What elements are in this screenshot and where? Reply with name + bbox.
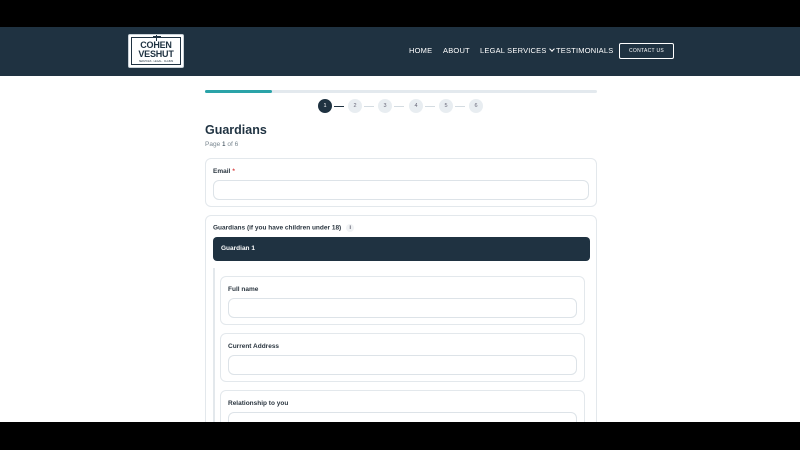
guardians-card: Guardians (if you have children under 18…	[205, 215, 597, 422]
progress-fill	[205, 90, 272, 93]
guardian-1-header[interactable]: Guardian 1	[213, 237, 590, 261]
step-5[interactable]: 5	[439, 99, 453, 113]
step-3[interactable]: 3	[378, 99, 392, 113]
page-indicator: Page 1 of 6	[205, 141, 238, 148]
guardians-label: Guardians (if you have children under 18…	[213, 224, 355, 232]
screen-frame: COHEN VESHUT SERVICES · LEGAL · CLAIMS H…	[0, 0, 800, 450]
current-address-label: Current Address	[228, 343, 280, 350]
form-title: Guardians	[205, 123, 267, 137]
step-connector	[364, 106, 374, 107]
info-icon[interactable]: i	[346, 224, 355, 232]
step-2[interactable]: 2	[348, 99, 362, 113]
step-connector	[455, 106, 465, 107]
logo-tagline: SERVICES · LEGAL · CLAIMS	[138, 60, 174, 63]
email-card: Email *	[205, 158, 597, 207]
nav-legal-services[interactable]: LEGAL SERVICES	[480, 46, 555, 55]
email-label: Email *	[213, 168, 235, 175]
current-address-card: Current Address	[220, 333, 585, 382]
email-input[interactable]	[213, 180, 589, 200]
full-name-card: Full name	[220, 276, 585, 325]
site-header: COHEN VESHUT SERVICES · LEGAL · CLAIMS H…	[0, 27, 800, 76]
page-suffix: of 6	[225, 141, 239, 148]
logo-line-2: VESHUT	[138, 49, 174, 59]
step-connector	[425, 106, 435, 107]
email-label-text: Email	[213, 168, 231, 175]
relationship-input[interactable]	[228, 412, 577, 422]
chevron-down-icon	[548, 46, 555, 52]
full-name-input[interactable]	[228, 298, 577, 318]
guardians-label-text: Guardians (if you have children under 18…	[213, 224, 342, 232]
step-1[interactable]: 1	[318, 99, 332, 113]
nav-testimonials[interactable]: TESTIMONIALS	[556, 46, 613, 55]
step-4[interactable]: 4	[409, 99, 423, 113]
relationship-card: Relationship to you	[220, 390, 585, 422]
browser-viewport: COHEN VESHUT SERVICES · LEGAL · CLAIMS H…	[0, 27, 800, 422]
step-connector	[334, 106, 344, 107]
required-mark: *	[232, 168, 235, 175]
current-address-input[interactable]	[228, 355, 577, 375]
step-connector	[394, 106, 404, 107]
progress-bar	[205, 90, 597, 93]
guardian-group-border	[213, 268, 215, 422]
full-name-label: Full name	[228, 286, 259, 293]
relationship-label: Relationship to you	[228, 400, 289, 407]
logo[interactable]: COHEN VESHUT SERVICES · LEGAL · CLAIMS	[128, 34, 184, 68]
nav-legal-services-label: LEGAL SERVICES	[480, 46, 547, 55]
nav-home[interactable]: HOME	[409, 46, 432, 55]
page-prefix: Page	[205, 141, 222, 148]
contact-us-button[interactable]: CONTACT US	[619, 43, 674, 59]
nav-about[interactable]: ABOUT	[443, 46, 470, 55]
step-6[interactable]: 6	[469, 99, 483, 113]
